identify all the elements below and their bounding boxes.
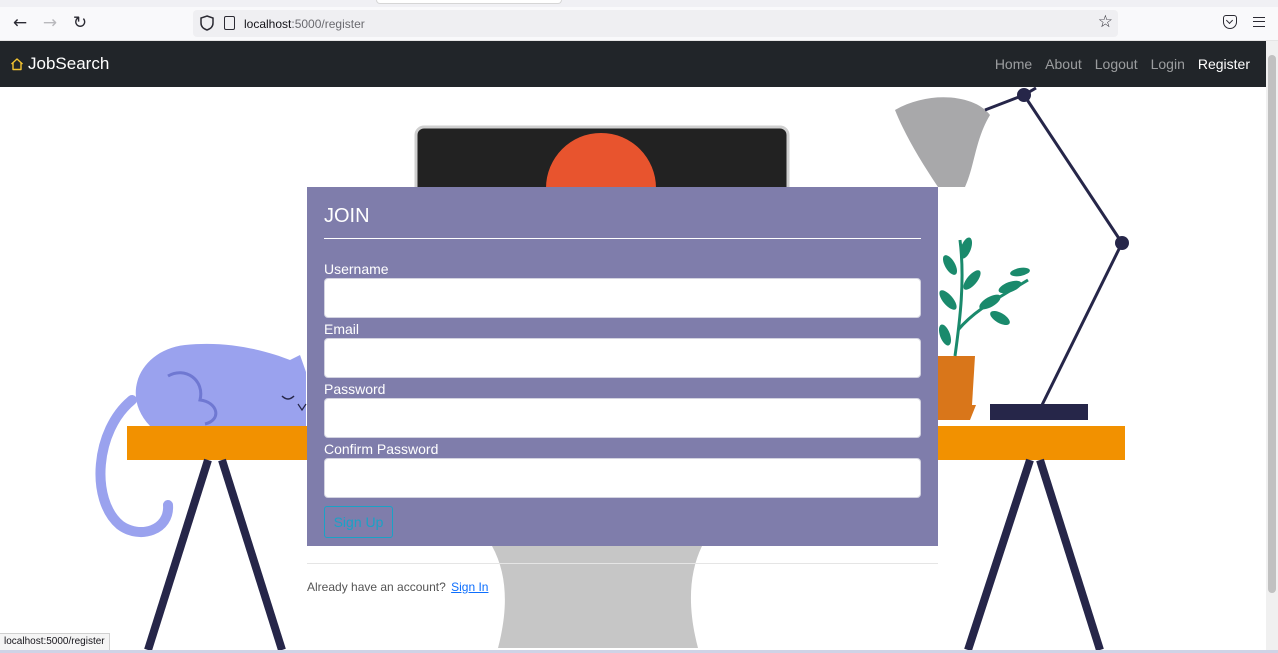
page-icon	[224, 16, 235, 30]
url-bar[interactable]: localhost:5000/register ☆	[193, 10, 1118, 37]
forward-arrow-icon[interactable]: →	[40, 13, 60, 33]
sign-up-button[interactable]: Sign Up	[324, 506, 393, 538]
chair-illustration	[492, 546, 702, 648]
confirm-password-label: Confirm Password	[324, 441, 439, 457]
active-tab-edge	[376, 0, 562, 4]
desk-left-top	[127, 426, 309, 460]
register-form-card: JOIN Username Email Password Confirm Pas…	[307, 187, 938, 546]
sign-in-link[interactable]: Sign In	[451, 580, 488, 594]
scrollbar-thumb[interactable]	[1268, 55, 1276, 593]
browser-toolbar: ← → ↻ localhost:5000/register ☆	[0, 0, 1278, 41]
username-input[interactable]	[324, 278, 921, 318]
desk-right-top	[936, 426, 1125, 460]
sign-in-prompt: Already have an account? Sign In	[307, 580, 488, 594]
form-divider	[307, 563, 938, 564]
password-label: Password	[324, 381, 386, 397]
nav-link-login[interactable]: Login	[1151, 56, 1185, 72]
nav-link-about[interactable]: About	[1045, 56, 1082, 72]
reload-icon[interactable]: ↻	[70, 13, 90, 33]
form-legend: JOIN	[324, 199, 921, 239]
brand-link[interactable]: JobSearch	[10, 54, 109, 74]
username-label: Username	[324, 261, 389, 277]
hamburger-menu-icon[interactable]	[1253, 17, 1265, 27]
password-input[interactable]	[324, 398, 921, 438]
star-icon[interactable]: ☆	[1098, 12, 1113, 32]
site-navbar: JobSearch Home About Logout Login Regist…	[0, 41, 1266, 87]
shield-icon	[200, 15, 214, 31]
sign-in-prompt-text: Already have an account?	[307, 580, 446, 594]
pocket-icon[interactable]	[1223, 15, 1237, 29]
nav-links: Home About Logout Login Register	[995, 56, 1250, 72]
back-arrow-icon[interactable]: ←	[10, 13, 30, 33]
house-icon	[11, 58, 23, 71]
tab-strip	[0, 0, 1278, 7]
nav-link-register[interactable]: Register	[1198, 56, 1250, 72]
status-url-tooltip: localhost:5000/register	[0, 633, 110, 650]
url-text[interactable]: localhost:5000/register	[244, 17, 365, 31]
brand-name: JobSearch	[28, 54, 110, 73]
nav-link-home[interactable]: Home	[995, 56, 1032, 72]
confirm-password-input[interactable]	[324, 458, 921, 498]
email-input[interactable]	[324, 338, 921, 378]
email-label: Email	[324, 321, 360, 337]
nav-link-logout[interactable]: Logout	[1095, 56, 1138, 72]
plant-illustration	[938, 237, 1030, 420]
